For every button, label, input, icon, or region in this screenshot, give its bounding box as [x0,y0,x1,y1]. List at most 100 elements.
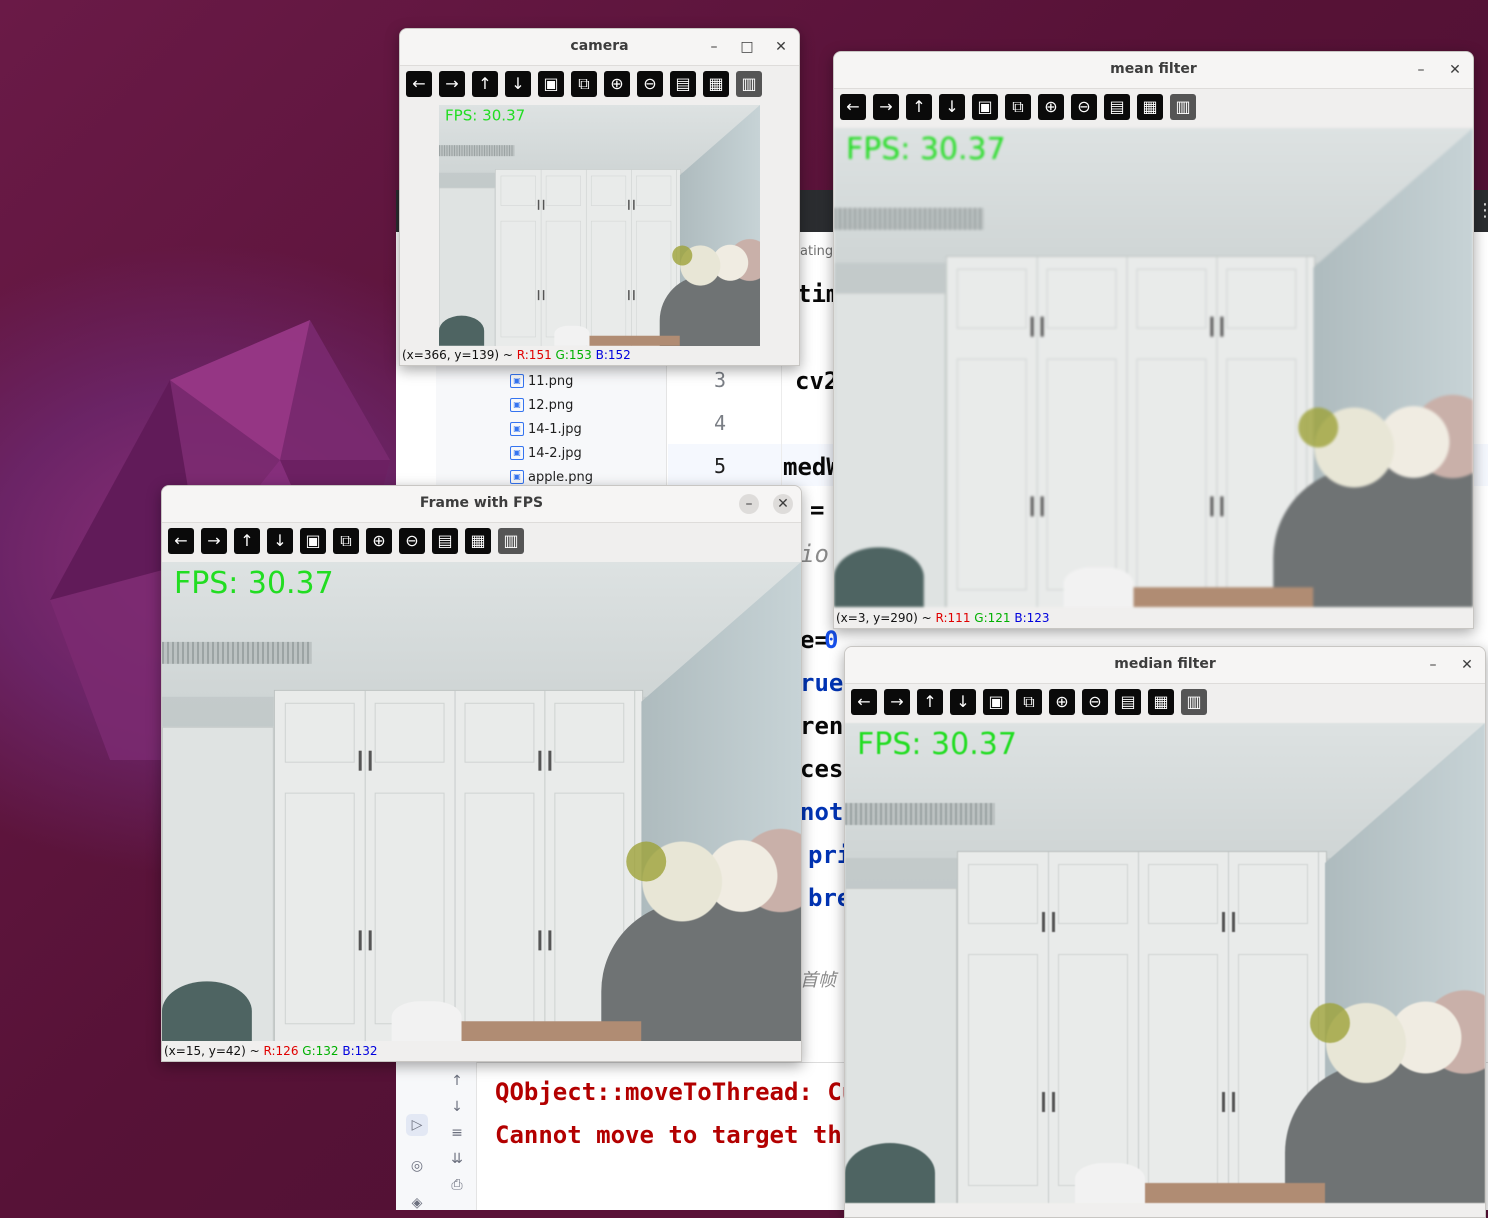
window-titlebar[interactable]: camera – □ ✕ [400,29,799,66]
window-titlebar[interactable]: mean filter – ✕ [834,52,1473,89]
pan-up-icon[interactable]: ↑ [234,528,260,554]
cursor-coords: (x=366, y=139) ~ [402,348,517,362]
code-keyword: not [800,798,844,826]
zoom-fit-icon[interactable]: ▣ [972,94,998,120]
zoom-out-icon[interactable]: ⊖ [1082,689,1108,715]
toolbar: ← → ↑ ↓ ▣ ⧉ ⊕ ⊖ ▤ ▦ ▥ [851,689,1207,717]
save-icon[interactable]: ▤ [670,71,696,97]
image-file-icon: ▣ [510,446,524,460]
zoom-in-icon[interactable]: ⊕ [1038,94,1064,120]
video-frame[interactable]: FPS: 30.37 [845,723,1485,1203]
panel-icon[interactable]: ▥ [498,528,524,554]
toolbar: ← → ↑ ↓ ▣ ⧉ ⊕ ⊖ ▤ ▦ ▥ [168,528,524,556]
properties-icon[interactable]: ▦ [1148,689,1174,715]
zoom-out-icon[interactable]: ⊖ [399,528,425,554]
save-icon[interactable]: ▤ [432,528,458,554]
pixel-green: G:132 [302,1044,339,1058]
scroll-to-end-icon[interactable]: ⇊ [446,1148,468,1170]
scroll-down-icon[interactable]: ↓ [446,1096,468,1118]
frame-with-fps-window[interactable]: Frame with FPS – ✕ ← → ↑ ↓ ▣ ⧉ ⊕ ⊖ ▤ ▦ ▥ [161,485,802,1062]
close-button[interactable]: ✕ [1457,655,1477,675]
pan-down-icon[interactable]: ↓ [505,71,531,97]
median-filter-window[interactable]: median filter – ✕ ← → ↑ ↓ ▣ ⧉ ⊕ ⊖ ▤ ▦ ▥ [844,646,1486,1218]
panel-icon[interactable]: ▥ [1181,689,1207,715]
close-button[interactable]: ✕ [773,494,793,514]
camera-window[interactable]: camera – □ ✕ ← → ↑ ↓ ▣ ⧉ ⊕ ⊖ ▤ ▦ ▥ FPS: … [399,28,800,366]
minimize-button[interactable]: – [1423,655,1443,675]
status-bar: (x=3, y=290) ~ R:111 G:121 B:123 [836,611,1050,625]
pan-down-icon[interactable]: ↓ [267,528,293,554]
pan-up-icon[interactable]: ↑ [906,94,932,120]
close-button[interactable]: ✕ [1445,60,1465,80]
pan-down-icon[interactable]: ↓ [950,689,976,715]
image-file-icon: ▣ [510,470,524,484]
video-frame[interactable]: FPS: 30.37 [439,105,760,346]
soft-wrap-icon[interactable]: ≡ [446,1122,468,1144]
properties-icon[interactable]: ▦ [465,528,491,554]
maximize-button[interactable]: □ [737,37,757,57]
tree-file-label: apple.png [528,469,593,485]
pixel-red: R:151 [516,348,552,362]
run-icon[interactable]: ▷ [406,1114,428,1136]
zoom-in-icon[interactable]: ⊕ [1049,689,1075,715]
window-titlebar[interactable]: median filter – ✕ [845,647,1485,684]
panel-icon[interactable]: ▥ [1170,94,1196,120]
pan-up-icon[interactable]: ↑ [917,689,943,715]
minimize-button[interactable]: – [1411,60,1431,80]
properties-icon[interactable]: ▦ [1137,94,1163,120]
layers-icon[interactable]: ◈ [406,1192,428,1214]
pixel-blue: B:123 [1014,611,1050,625]
mean-filter-window[interactable]: mean filter – ✕ ← → ↑ ↓ ▣ ⧉ ⊕ ⊖ ▤ ▦ ▥ FP… [833,51,1474,629]
line-number: 3 [713,368,727,392]
minimize-button[interactable]: – [739,494,759,514]
tree-file[interactable]: ▣ 11.png [510,370,573,392]
pan-up-icon[interactable]: ↑ [472,71,498,97]
tree-file[interactable]: ▣ 14-2.jpg [510,442,582,464]
line-number: 4 [713,411,727,435]
pan-right-icon[interactable]: → [884,689,910,715]
cursor-coords: (x=3, y=290) ~ [836,611,936,625]
pixel-red: R:126 [263,1044,299,1058]
more-options-icon[interactable]: ⋮ [1476,200,1488,221]
zoom-out-icon[interactable]: ⊖ [1071,94,1097,120]
zoom-original-icon[interactable]: ⧉ [1005,94,1031,120]
minimize-button[interactable]: – [704,37,724,57]
pan-left-icon[interactable]: ← [406,71,432,97]
window-titlebar[interactable]: Frame with FPS – ✕ [162,486,801,523]
zoom-fit-icon[interactable]: ▣ [983,689,1009,715]
python-console-icon[interactable]: ◎ [406,1155,428,1177]
image-file-icon: ▣ [510,398,524,412]
pixel-blue: B:152 [595,348,631,362]
pan-left-icon[interactable]: ← [851,689,877,715]
pan-right-icon[interactable]: → [201,528,227,554]
save-icon[interactable]: ▤ [1115,689,1141,715]
tree-file[interactable]: ▣ 12.png [510,394,573,416]
pan-left-icon[interactable]: ← [840,94,866,120]
pan-left-icon[interactable]: ← [168,528,194,554]
line-number: 5 [713,454,727,478]
properties-icon[interactable]: ▦ [703,71,729,97]
save-icon[interactable]: ▤ [1104,94,1130,120]
zoom-fit-icon[interactable]: ▣ [538,71,564,97]
close-button[interactable]: ✕ [771,37,791,57]
video-frame[interactable]: FPS: 30.37 [834,128,1473,607]
print-icon[interactable]: ⎙ [446,1174,468,1196]
zoom-original-icon[interactable]: ⧉ [1016,689,1042,715]
image-file-icon: ▣ [510,374,524,388]
pan-down-icon[interactable]: ↓ [939,94,965,120]
zoom-original-icon[interactable]: ⧉ [571,71,597,97]
zoom-in-icon[interactable]: ⊕ [366,528,392,554]
code-fragment: cv2 [795,367,839,395]
zoom-in-icon[interactable]: ⊕ [604,71,630,97]
pan-right-icon[interactable]: → [439,71,465,97]
zoom-fit-icon[interactable]: ▣ [300,528,326,554]
fps-overlay: FPS: 30.37 [845,131,1006,167]
code-comment: io [800,540,829,568]
tree-file[interactable]: ▣ 14-1.jpg [510,418,582,440]
scroll-up-icon[interactable]: ↑ [446,1070,468,1092]
pan-right-icon[interactable]: → [873,94,899,120]
video-frame[interactable]: FPS: 30.37 [162,562,801,1041]
zoom-out-icon[interactable]: ⊖ [637,71,663,97]
zoom-original-icon[interactable]: ⧉ [333,528,359,554]
panel-icon[interactable]: ▥ [736,71,762,97]
